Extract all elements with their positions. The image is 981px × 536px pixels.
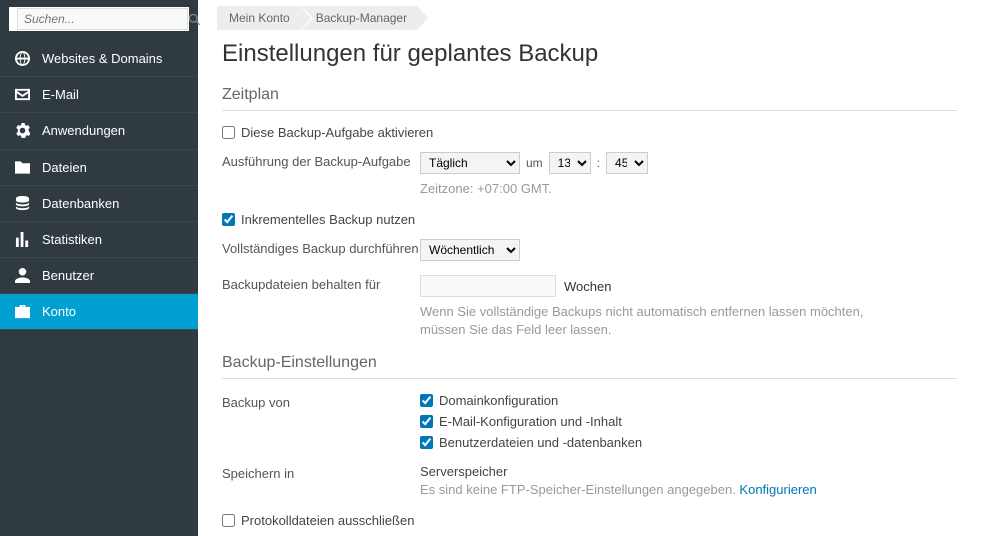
domain-cfg-label[interactable]: Domainkonfiguration (439, 393, 558, 408)
stats-icon (14, 232, 30, 248)
incremental-checkbox[interactable] (222, 213, 235, 226)
database-icon (14, 195, 30, 211)
frequency-select[interactable]: Täglich (420, 152, 520, 174)
sidebar-item-websites[interactable]: Websites & Domains (0, 40, 198, 76)
briefcase-icon (14, 303, 30, 319)
mail-cfg-label[interactable]: E-Mail-Konfiguration und -Inhalt (439, 414, 622, 429)
activate-label[interactable]: Diese Backup-Aufgabe aktivieren (241, 125, 433, 140)
keep-hint: Wenn Sie vollständige Backups nicht auto… (420, 303, 880, 339)
breadcrumb: Mein Konto Backup-Manager (217, 6, 957, 30)
hour-select[interactable]: 13 (549, 152, 591, 174)
sidebar-item-label: Benutzer (42, 268, 94, 283)
backup-from-label: Backup von (222, 393, 420, 412)
breadcrumb-item[interactable]: Backup-Manager (300, 6, 417, 30)
store-in-label: Speichern in (222, 464, 420, 483)
exclude-logs-label[interactable]: Protokolldateien ausschließen (241, 513, 414, 528)
user-icon (14, 268, 30, 284)
sidebar-item-files[interactable]: Dateien (0, 149, 198, 185)
sidebar-item-email[interactable]: E-Mail (0, 76, 198, 112)
user-files-label[interactable]: Benutzerdateien und -datenbanken (439, 435, 642, 450)
sidebar-item-users[interactable]: Benutzer (0, 257, 198, 293)
run-label: Ausführung der Backup-Aufgabe (222, 152, 420, 171)
sidebar-item-label: Dateien (42, 160, 87, 175)
exclude-logs-checkbox[interactable] (222, 514, 235, 527)
at-text: um (526, 156, 543, 170)
sidebar-item-label: Statistiken (42, 232, 102, 247)
sidebar-item-label: E-Mail (42, 87, 79, 102)
mail-icon (14, 87, 30, 103)
incremental-label[interactable]: Inkrementelles Backup nutzen (241, 212, 415, 227)
sidebar-item-label: Datenbanken (42, 196, 119, 211)
page-title: Einstellungen für geplantes Backup (222, 40, 957, 68)
folder-icon (14, 159, 30, 175)
gear-icon (14, 123, 30, 139)
sidebar-item-label: Konto (42, 304, 76, 319)
sidebar-item-label: Websites & Domains (42, 51, 162, 66)
search-box (9, 7, 189, 31)
minute-select[interactable]: 45 (606, 152, 648, 174)
sidebar-item-databases[interactable]: Datenbanken (0, 185, 198, 221)
keep-unit: Wochen (564, 279, 611, 294)
store-hint-text: Es sind keine FTP-Speicher-Einstellungen… (420, 482, 739, 497)
mail-cfg-checkbox[interactable] (420, 415, 433, 428)
sidebar-item-label: Anwendungen (42, 123, 125, 138)
breadcrumb-item[interactable]: Mein Konto (217, 6, 300, 30)
sidebar-item-account[interactable]: Konto (0, 293, 198, 329)
activate-checkbox[interactable] (222, 126, 235, 139)
sidebar-item-statistics[interactable]: Statistiken (0, 221, 198, 257)
sidebar-item-applications[interactable]: Anwendungen (0, 112, 198, 148)
section-title-backup: Backup-Einstellungen (222, 354, 957, 379)
section-title-schedule: Zeitplan (222, 86, 957, 111)
full-backup-select[interactable]: Wöchentlich (420, 239, 520, 261)
timezone-hint: Zeitzone: +07:00 GMT. (420, 180, 957, 198)
main-content: Mein Konto Backup-Manager Einstellungen … (198, 0, 981, 536)
configure-link[interactable]: Konfigurieren (739, 482, 816, 497)
search-input[interactable] (17, 8, 188, 30)
domain-cfg-checkbox[interactable] (420, 394, 433, 407)
colon: : (597, 156, 600, 170)
store-in-value: Serverspeicher (420, 464, 957, 479)
full-backup-label: Vollständiges Backup durchführen (222, 239, 420, 258)
sidebar: Websites & Domains E-Mail Anwendungen Da… (0, 0, 198, 536)
globe-icon (14, 50, 30, 66)
keep-label: Backupdateien behalten für (222, 275, 420, 294)
user-files-checkbox[interactable] (420, 436, 433, 449)
keep-input[interactable] (420, 275, 556, 297)
